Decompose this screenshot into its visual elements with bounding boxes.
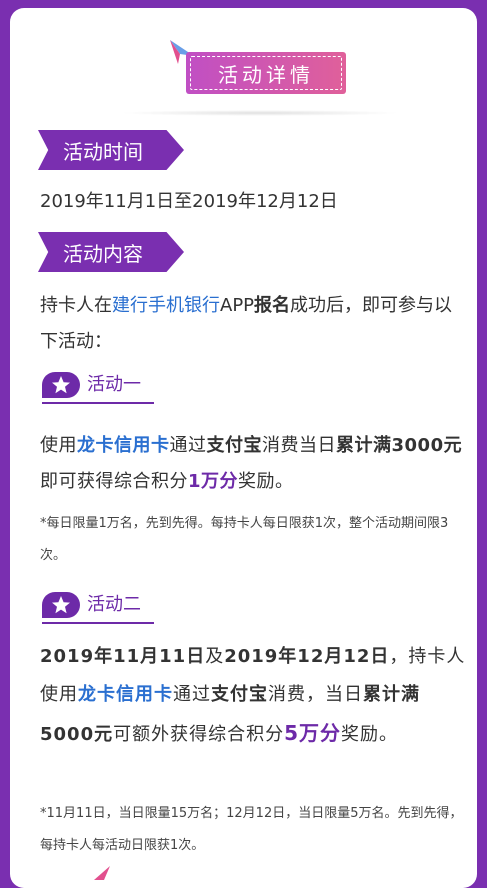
paper-plane-icon xyxy=(94,866,110,880)
activity-date-range: 2019年11月1日至2019年12月12日 xyxy=(40,191,338,212)
star-badge-icon xyxy=(42,372,80,398)
page-title: 活动详情 xyxy=(190,56,342,90)
activity-one-note: *每日限量1万名，先到先得。每持卡人每日限获1次，整个活动期间限3次。 xyxy=(40,516,449,563)
activity-one-description: 使用龙卡信用卡通过支付宝消费当日累计满3000元即可获得综合积分1万分奖励。 xyxy=(40,435,463,492)
title-area: 活动详情 xyxy=(10,40,477,116)
activity-two-label: 活动二 xyxy=(87,594,141,615)
activity-one-header: 活动一 xyxy=(42,368,154,404)
activity-two-header: 活动二 xyxy=(42,588,154,624)
bank-app-link: 建行手机银行 xyxy=(112,295,220,316)
section-label-time: 活动时间 xyxy=(38,130,184,170)
intro-paragraph: 持卡人在建行手机银行APP报名成功后，即可参与以下活动： xyxy=(40,295,453,352)
activity-two-description: 2019年11月11日及2019年12月12日，持卡人使用龙卡信用卡通过支付宝消… xyxy=(40,646,466,745)
page-title-banner: 活动详情 xyxy=(186,52,346,94)
star-badge-icon xyxy=(42,592,80,618)
section-label-content: 活动内容 xyxy=(38,232,184,272)
activity-two-note: *11月11日，当日限量15万名；12月12日，当日限量5万名。先到先得，每持卡… xyxy=(40,806,463,853)
content-card: 活动详情 活动时间 2019年11月1日至2019年12月12日 活动内容 持卡… xyxy=(10,8,477,888)
activity-one-label: 活动一 xyxy=(87,374,141,395)
title-shadow xyxy=(120,110,400,116)
